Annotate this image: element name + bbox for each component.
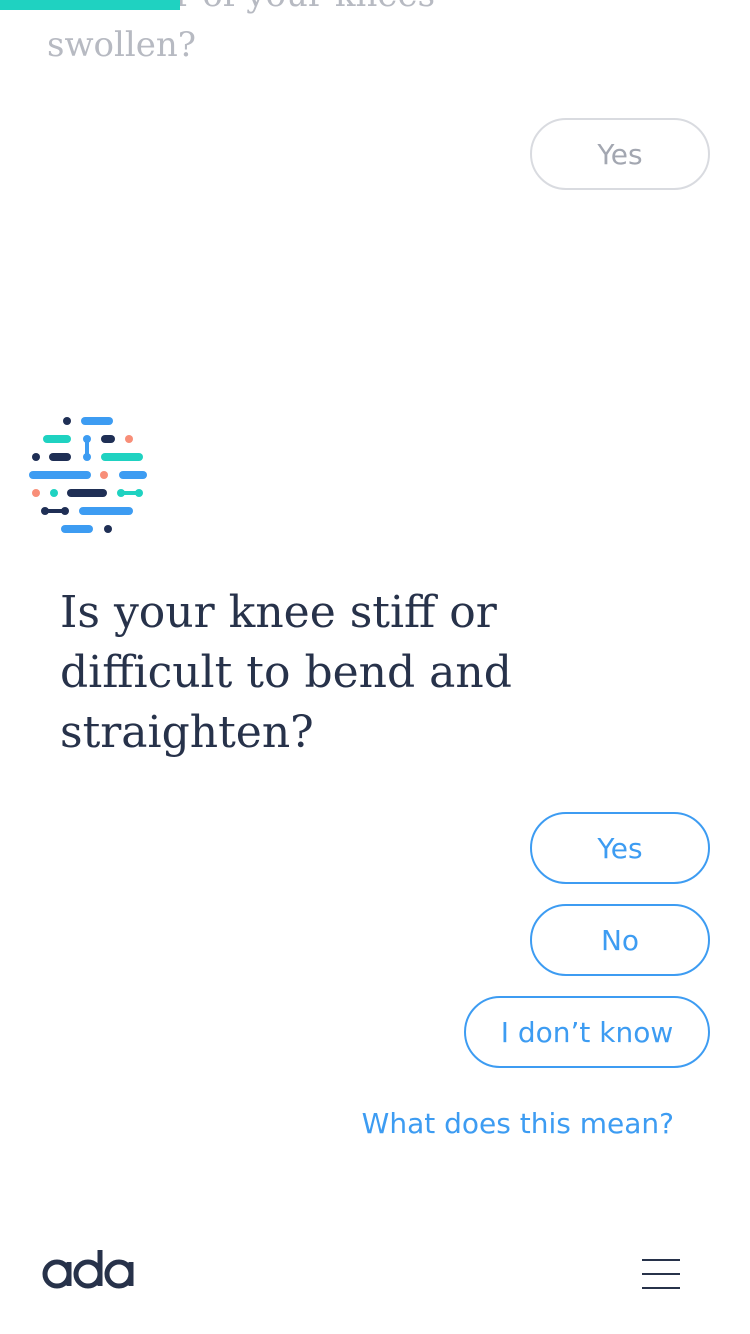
menu-line bbox=[642, 1287, 680, 1289]
chat-screen: Is either of your knees swollen? Yes bbox=[0, 0, 750, 1334]
menu-line bbox=[642, 1273, 680, 1275]
previous-question: Is either of your knees swollen? bbox=[47, 0, 435, 65]
dont-know-button[interactable]: I don’t know bbox=[464, 996, 710, 1068]
hamburger-menu-icon[interactable] bbox=[636, 1254, 688, 1294]
no-button[interactable]: No bbox=[530, 904, 710, 976]
current-question: Is your knee stiff or difficult to bend … bbox=[60, 587, 512, 758]
menu-line bbox=[642, 1259, 680, 1261]
yes-button[interactable]: Yes bbox=[530, 812, 710, 884]
ada-assistant-icon bbox=[29, 417, 147, 533]
previous-answer-bubble: Yes bbox=[530, 118, 710, 190]
what-does-this-mean-link[interactable]: What does this mean? bbox=[362, 1104, 674, 1144]
ada-logo bbox=[42, 1250, 134, 1289]
progress-bar bbox=[0, 0, 180, 10]
